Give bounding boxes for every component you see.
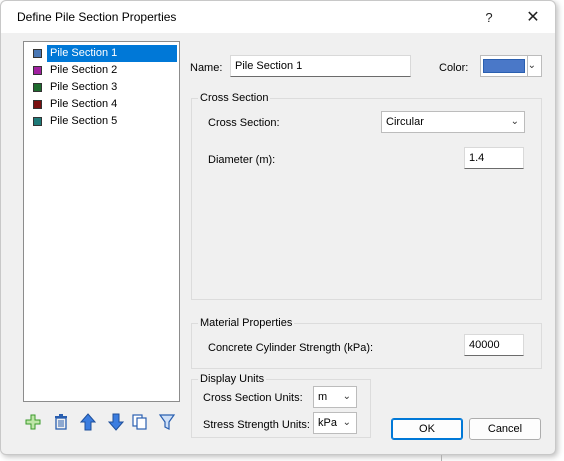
close-button[interactable]: ✕ [521,6,545,28]
copy-icon[interactable] [130,411,150,433]
close-icon: ✕ [526,9,540,26]
cross-section-units-select[interactable]: m ⌄ [313,386,357,408]
color-swatch [483,59,525,73]
strength-input[interactable]: 40000 [464,334,524,356]
background-divider [441,455,442,461]
name-label: Name: [190,62,223,74]
diameter-label: Diameter (m): [208,154,276,166]
filter-icon[interactable] [157,411,177,433]
cross-section-label: Cross Section: [208,117,280,129]
list-item[interactable]: Pile Section 4 [24,96,179,113]
title-bar: Define Pile Section Properties ? ✕ [1,1,555,33]
stress-units-label: Stress Strength Units: [203,419,310,431]
diameter-input[interactable]: 1.4 [464,147,524,169]
add-icon[interactable] [23,411,43,433]
move-down-icon[interactable] [106,411,126,433]
pile-section-list[interactable]: Pile Section 1 Pile Section 2 Pile Section… [23,41,180,402]
section-color-swatch [33,66,42,75]
list-item[interactable]: Pile Section 5 [24,113,179,130]
cancel-button[interactable]: Cancel [469,418,541,440]
list-item-label: Pile Section 1 [47,45,177,62]
list-item[interactable]: Pile Section 1 [24,45,179,62]
dialog-window: Define Pile Section Properties ? ✕ Pile … [0,0,556,455]
color-picker[interactable]: ⌄ [480,55,542,77]
display-units-group-title: Display Units [198,373,267,385]
cross-section-select[interactable]: Circular ⌄ [381,111,525,133]
move-up-icon[interactable] [78,411,98,433]
section-color-swatch [33,83,42,92]
list-item-label: Pile Section 4 [50,98,118,110]
stress-units-value: kPa [318,417,337,429]
chevron-down-icon: ⌄ [342,391,351,402]
list-item-label: Pile Section 5 [50,115,118,127]
chevron-down-icon: ⌄ [527,60,536,71]
chevron-down-icon: ⌄ [342,417,351,428]
list-item-label: Pile Section 2 [50,64,118,76]
delete-icon[interactable] [51,411,71,433]
name-input[interactable]: Pile Section 1 [230,55,411,77]
list-item[interactable]: Pile Section 3 [24,79,179,96]
color-label: Color: [439,62,469,74]
help-button[interactable]: ? [477,6,501,28]
section-color-swatch [33,49,42,58]
section-color-swatch [33,117,42,126]
list-item-label: Pile Section 3 [50,81,118,93]
strength-label: Concrete Cylinder Strength (kPa): [208,342,374,354]
ok-button[interactable]: OK [391,418,463,440]
chevron-down-icon: ⌄ [510,116,519,127]
material-group-title: Material Properties [198,317,295,329]
cross-section-value: Circular [386,116,424,128]
window-title: Define Pile Section Properties [17,10,177,24]
cross-section-units-label: Cross Section Units: [203,392,303,404]
cross-section-group-title: Cross Section [198,92,271,104]
cross-section-units-value: m [318,391,328,403]
list-item[interactable]: Pile Section 2 [24,62,179,79]
stress-units-select[interactable]: kPa ⌄ [313,412,357,434]
section-color-swatch [33,100,42,109]
